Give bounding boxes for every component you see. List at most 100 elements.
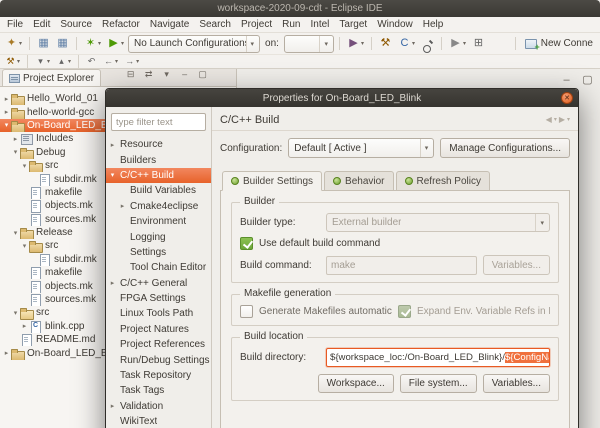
next-annotation-button[interactable]: ▾▾ [33, 53, 52, 71]
menu-intel[interactable]: Intel [305, 18, 334, 31]
tree-item-fpga-settings[interactable]: FPGA Settings [106, 291, 211, 306]
target-select[interactable] [284, 35, 334, 53]
forward-menu-icon[interactable] [567, 116, 570, 123]
generate-makefiles-checkbox[interactable] [240, 305, 253, 318]
collapse-all-button[interactable]: ⊟ [123, 65, 138, 83]
tree-item-c-c-general[interactable]: ▸C/C++ General [106, 276, 211, 291]
use-default-build-command-checkbox[interactable] [240, 237, 253, 250]
tree-item-resource[interactable]: ▸Resource [106, 137, 211, 152]
back-icon[interactable] [546, 115, 552, 124]
dropdown-arrow-icon[interactable]: ▾ [47, 58, 50, 65]
tree-item-logging[interactable]: Logging [106, 229, 211, 244]
window-titlebar[interactable]: workspace-2020-09-cdt - Eclipse IDE [0, 0, 600, 17]
expand-arrow-icon[interactable]: ▸ [108, 279, 117, 287]
open-perspective-button[interactable]: ⊞ [470, 35, 487, 53]
expand-arrow-icon[interactable]: ▸ [108, 402, 117, 410]
minimize-view-button[interactable]: – [558, 71, 575, 89]
dropdown-arrow-icon[interactable]: ▾ [19, 40, 22, 47]
menu-source[interactable]: Source [55, 18, 97, 31]
collapse-arrow-icon[interactable]: ▾ [11, 309, 20, 317]
build-button[interactable]: ⚒ [377, 35, 394, 53]
tree-item-wikitext[interactable]: WikiText [106, 414, 211, 428]
last-edit-location-button[interactable]: ↶ [84, 53, 99, 71]
tree-item-builders[interactable]: Builders [106, 152, 211, 167]
tree-item-project-references[interactable]: Project References [106, 337, 211, 352]
tree-item-tool-chain-editor[interactable]: Tool Chain Editor [106, 260, 211, 275]
tree-item-validation[interactable]: ▸Validation [106, 399, 211, 414]
previous-annotation-button[interactable]: ▴▾ [54, 53, 73, 71]
expand-arrow-icon[interactable]: ▸ [118, 202, 127, 210]
file-system-button[interactable]: File system... [400, 374, 477, 393]
tree-item-run-debug-settings[interactable]: Run/Debug Settings [106, 352, 211, 367]
maximize-view-button[interactable]: ▢ [579, 71, 596, 89]
tree-item-build-variables[interactable]: Build Variables [106, 183, 211, 198]
tree-item-linux-tools-path[interactable]: Linux Tools Path [106, 306, 211, 321]
build-directory-input[interactable]: ${workspace_loc:/On-Board_LED_Blink}/${C… [326, 348, 550, 367]
menu-help[interactable]: Help [418, 18, 449, 31]
collapse-arrow-icon[interactable]: ▾ [11, 229, 20, 237]
save-button[interactable]: ▦ [35, 35, 52, 53]
menu-target[interactable]: Target [334, 18, 372, 31]
expand-arrow-icon[interactable]: ▸ [2, 349, 11, 357]
maximize-view-button[interactable]: ▢ [195, 65, 210, 83]
dropdown-arrow-icon[interactable]: ▾ [98, 40, 101, 47]
collapse-arrow-icon[interactable]: ▾ [20, 162, 29, 170]
menu-window[interactable]: Window [372, 18, 418, 31]
collapse-arrow-icon[interactable]: ▾ [11, 148, 20, 156]
expand-env-refs-checkbox[interactable] [398, 305, 411, 318]
view-menu-button[interactable]: ▾ [159, 65, 174, 83]
launch-configuration-select[interactable]: No Launch Configurations [128, 35, 260, 53]
save-all-button[interactable]: ▦ [54, 35, 71, 53]
tab-builder-settings[interactable]: Builder Settings [222, 171, 322, 191]
new-cpp-project-button[interactable]: C▾ [396, 35, 417, 53]
expand-arrow-icon[interactable]: ▸ [11, 135, 20, 143]
forward-icon[interactable] [559, 115, 565, 124]
external-tools-button[interactable]: ▶▾ [447, 35, 468, 53]
configuration-select[interactable]: Default [ Active ] [288, 138, 434, 158]
dropdown-arrow-icon[interactable]: ▾ [68, 58, 71, 65]
tab-project-explorer[interactable]: Project Explorer [2, 69, 101, 86]
menu-search[interactable]: Search [194, 18, 236, 31]
tree-item-environment[interactable]: Environment [106, 214, 211, 229]
collapse-arrow-icon[interactable]: ▾ [2, 121, 11, 129]
dropdown-arrow-icon[interactable]: ▾ [361, 40, 364, 47]
menu-project[interactable]: Project [236, 18, 277, 31]
tree-item-c-c-build[interactable]: ▾C/C++ Build [106, 168, 211, 183]
location-variables-button[interactable]: Variables... [483, 374, 550, 393]
dropdown-arrow-icon[interactable]: ▾ [412, 40, 415, 47]
tree-item-task-repository[interactable]: Task Repository [106, 368, 211, 383]
run-button[interactable]: ▶▾ [105, 35, 126, 53]
workspace-button[interactable]: Workspace... [318, 374, 394, 393]
back-menu-icon[interactable] [554, 116, 557, 123]
collapse-arrow-icon[interactable]: ▾ [108, 171, 117, 179]
dropdown-arrow-icon[interactable]: ▾ [115, 58, 118, 65]
expand-arrow-icon[interactable]: ▸ [2, 95, 11, 103]
menu-run[interactable]: Run [277, 18, 305, 31]
build-command-variables-button[interactable]: Variables... [483, 255, 550, 275]
profile-button[interactable]: ▶▾ [345, 35, 366, 53]
dropdown-arrow-icon[interactable]: ▾ [121, 40, 124, 47]
filter-input[interactable] [111, 113, 206, 131]
debug-button[interactable]: ✶▾ [82, 35, 103, 53]
close-icon[interactable] [561, 92, 573, 104]
dropdown-arrow-icon[interactable]: ▾ [136, 58, 139, 65]
build-command-input[interactable]: make [326, 256, 477, 275]
new-connection-button[interactable]: New Conne [521, 38, 597, 49]
tab-behavior[interactable]: Behavior [324, 171, 393, 191]
menu-file[interactable]: File [2, 18, 28, 31]
tree-item-task-tags[interactable]: Task Tags [106, 383, 211, 398]
builder-type-select[interactable]: External builder [326, 213, 550, 232]
build-hammer-button[interactable]: ⚒▾ [3, 53, 22, 71]
expand-arrow-icon[interactable]: ▸ [108, 141, 117, 149]
expand-arrow-icon[interactable]: ▸ [2, 108, 11, 116]
tree-item-cmake4eclipse[interactable]: ▸Cmake4eclipse [106, 199, 211, 214]
expand-arrow-icon[interactable]: ▸ [20, 322, 29, 330]
manage-configurations-button[interactable]: Manage Configurations... [440, 138, 570, 158]
tree-item-project-natures[interactable]: Project Natures [106, 322, 211, 337]
link-with-editor-button[interactable]: ⇄ [141, 65, 156, 83]
back-button[interactable]: ←▾ [101, 53, 120, 71]
menu-edit[interactable]: Edit [28, 18, 55, 31]
menu-navigate[interactable]: Navigate [145, 18, 194, 31]
collapse-arrow-icon[interactable]: ▾ [20, 242, 29, 250]
minimize-view-button[interactable]: – [177, 65, 192, 83]
